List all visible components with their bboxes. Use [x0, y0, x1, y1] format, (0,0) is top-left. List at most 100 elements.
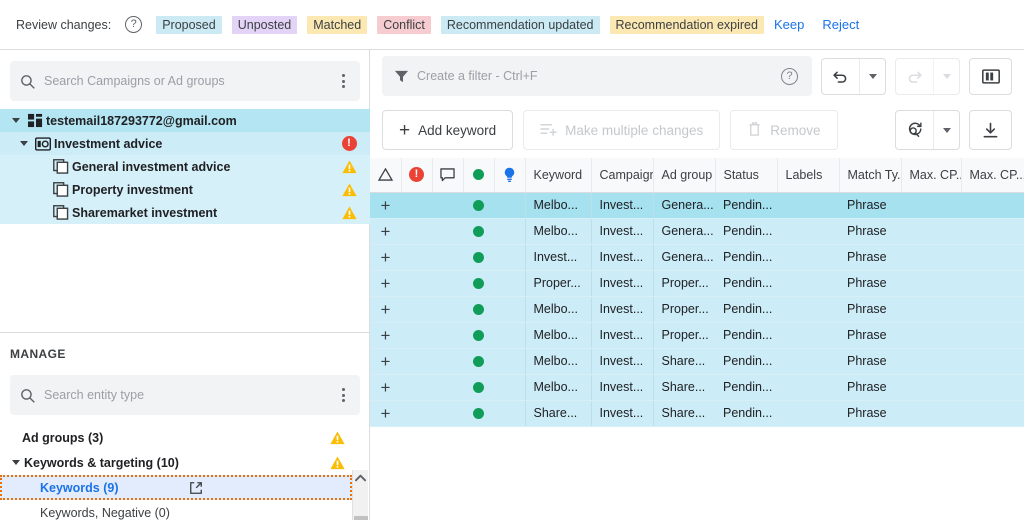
cell-max-cpc-1[interactable] [901, 244, 961, 271]
column-header-errors[interactable]: ! [401, 158, 433, 193]
cell-max-cpc-2[interactable] [961, 400, 1024, 427]
cell-max-cpc-1[interactable] [901, 400, 961, 427]
search-entity-input[interactable]: Search entity type [44, 388, 326, 402]
row-expand-cell[interactable]: + [370, 322, 401, 349]
cell-campaign[interactable]: Invest... [590, 400, 653, 427]
cell-max-cpc-2[interactable] [961, 322, 1024, 349]
cell-match-type[interactable]: Phrase [839, 322, 901, 349]
cell-keyword[interactable]: Melbo... [524, 192, 591, 219]
column-header-status-dot[interactable] [463, 158, 495, 193]
download-button[interactable] [969, 110, 1012, 150]
cell-ad-group[interactable]: Share... [652, 400, 715, 427]
cell-match-type[interactable]: Phrase [839, 374, 901, 401]
table-row[interactable]: + Melbo... Invest... Genera... Pendin... Phra… [370, 218, 1024, 245]
scrollbar-thumb[interactable] [354, 516, 368, 520]
cell-labels[interactable] [777, 218, 839, 245]
cell-max-cpc-2[interactable] [961, 348, 1024, 375]
help-circle-icon[interactable]: ? [781, 67, 798, 85]
columns-button[interactable] [969, 57, 1012, 95]
chevron-down-icon[interactable] [16, 141, 32, 146]
entity-item-keywords-negative[interactable]: Keywords, Negative (0) [0, 500, 352, 520]
refresh-dropdown-icon[interactable] [933, 111, 959, 149]
cell-campaign[interactable]: Invest... [590, 322, 653, 349]
cell-keyword[interactable]: Melbo... [524, 374, 591, 401]
column-header-status[interactable]: Status [715, 158, 778, 193]
row-expand-cell[interactable]: + [370, 348, 401, 375]
redo-split-button[interactable] [895, 57, 960, 95]
cell-max-cpc-1[interactable] [901, 348, 961, 375]
cell-ad-group[interactable]: Genera... [652, 244, 715, 271]
cell-match-type[interactable]: Phrase [839, 244, 901, 271]
entity-list-scrollbar[interactable] [352, 470, 368, 520]
column-header-max-cpc-2[interactable]: Max. CP... [961, 158, 1024, 193]
cell-max-cpc-1[interactable] [901, 374, 961, 401]
plus-icon[interactable]: + [370, 405, 401, 422]
tree-item-adgroup-general-investment-advice[interactable]: General investment advice [0, 155, 370, 178]
search-entity-container[interactable]: Search entity type [10, 375, 360, 415]
column-header-comments[interactable] [432, 158, 464, 193]
entity-item-keywords[interactable]: Keywords (9) [0, 475, 352, 500]
cell-keyword[interactable]: Invest... [524, 244, 591, 271]
cell-labels[interactable] [777, 296, 839, 323]
tree-item-account[interactable]: testemail187293772@gmail.com [0, 109, 370, 132]
cell-ad-group[interactable]: Proper... [652, 270, 715, 297]
row-expand-cell[interactable]: + [370, 374, 401, 401]
scroll-up-arrow-icon[interactable] [353, 470, 368, 486]
cell-keyword[interactable]: Proper... [524, 270, 591, 297]
cell-ad-group[interactable]: Genera... [652, 192, 715, 219]
cell-max-cpc-2[interactable] [961, 244, 1024, 271]
row-expand-cell[interactable]: + [370, 400, 401, 427]
cell-max-cpc-2[interactable] [961, 296, 1024, 323]
cell-max-cpc-1[interactable] [901, 322, 961, 349]
plus-icon[interactable]: + [370, 197, 401, 214]
cell-campaign[interactable]: Invest... [590, 374, 653, 401]
make-multiple-changes-button[interactable]: Make multiple changes [523, 110, 721, 150]
undo-icon[interactable] [822, 59, 859, 94]
keywords-table-container[interactable]: ! Keyword Campaign Ad group Status Label… [370, 158, 1024, 520]
table-row[interactable]: + Melbo... Invest... Proper... Pendin... Phra… [370, 322, 1024, 349]
undo-split-button[interactable] [821, 57, 886, 95]
row-expand-cell[interactable]: + [370, 296, 401, 323]
column-header-ideas[interactable] [494, 158, 526, 193]
search-entity-overflow-icon[interactable] [326, 388, 360, 402]
external-link-icon[interactable] [183, 481, 209, 495]
cell-max-cpc-2[interactable] [961, 192, 1024, 219]
row-expand-cell[interactable]: + [370, 270, 401, 297]
cell-labels[interactable] [777, 400, 839, 427]
row-expand-cell[interactable]: + [370, 244, 401, 271]
chevron-down-icon[interactable] [8, 460, 24, 465]
table-row[interactable]: + Melbo... Invest... Share... Pendin... Phras… [370, 348, 1024, 375]
cell-campaign[interactable]: Invest... [590, 218, 653, 245]
cell-campaign[interactable]: Invest... [590, 296, 653, 323]
add-keyword-button[interactable]: + Add keyword [382, 110, 514, 150]
row-expand-cell[interactable]: + [370, 218, 401, 245]
column-header-campaign[interactable]: Campaign [591, 158, 654, 193]
row-expand-cell[interactable]: + [370, 192, 401, 219]
table-row[interactable]: + Melbo... Invest... Genera... Pendin... Phra… [370, 192, 1024, 219]
cell-labels[interactable] [777, 348, 839, 375]
filter-input[interactable]: Create a filter - Ctrl+F [409, 69, 781, 83]
plus-icon[interactable]: + [370, 379, 401, 396]
table-row[interactable]: + Share... Invest... Share... Pendin... Phras… [370, 400, 1024, 427]
table-row[interactable]: + Melbo... Invest... Share... Pendin... Phras… [370, 374, 1024, 401]
cell-match-type[interactable]: Phrase [839, 192, 901, 219]
reject-button[interactable]: Reject [822, 17, 859, 32]
undo-dropdown-icon[interactable] [859, 58, 885, 94]
cell-max-cpc-1[interactable] [901, 192, 961, 219]
cell-labels[interactable] [777, 244, 839, 271]
cell-match-type[interactable]: Phrase [839, 296, 901, 323]
entity-item-keywords-and-targeting[interactable]: Keywords & targeting (10) [0, 450, 352, 475]
cell-keyword[interactable]: Melbo... [524, 322, 591, 349]
cell-keyword[interactable]: Melbo... [524, 296, 591, 323]
plus-icon[interactable]: + [370, 301, 401, 318]
column-header-labels[interactable]: Labels [777, 158, 840, 193]
tree-item-campaign-investment-advice[interactable]: Investment advice ! [0, 132, 370, 155]
column-header-match-type[interactable]: Match Ty... [839, 158, 902, 193]
plus-icon[interactable]: + [370, 275, 401, 292]
cell-ad-group[interactable]: Genera... [652, 218, 715, 245]
cell-ad-group[interactable]: Proper... [652, 322, 715, 349]
cell-ad-group[interactable]: Proper... [652, 296, 715, 323]
column-header-ad-group[interactable]: Ad group [653, 158, 716, 193]
tree-item-adgroup-property-investment[interactable]: Property investment [0, 178, 370, 201]
table-row[interactable]: + Melbo... Invest... Proper... Pendin... Phra… [370, 296, 1024, 323]
